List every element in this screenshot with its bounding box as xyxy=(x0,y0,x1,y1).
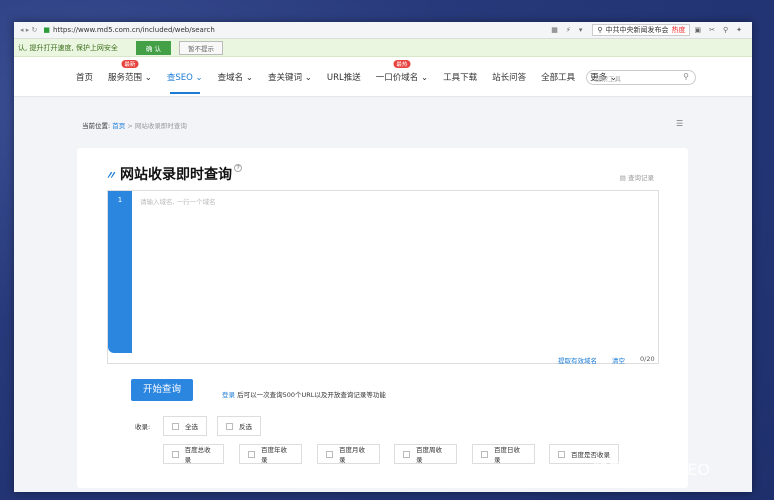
nav-item-home[interactable]: 首页 xyxy=(76,71,93,83)
nav-arrows-icon[interactable]: ◂ ▸ ↻ xyxy=(20,26,37,34)
nav-item-domain[interactable]: 查域名 ⌄ xyxy=(218,71,253,83)
nav-item-all-tools[interactable]: 全部工具 xyxy=(541,71,575,83)
no-hint-button[interactable]: 暂不提示 xyxy=(178,40,223,55)
search-icon: ⚲ xyxy=(597,26,603,34)
browser-window: ◂ ▸ ↻ ■ https://www.md5.com.cn/included/… xyxy=(14,22,752,492)
security-infobar: 认, 提升打开速度, 保护上网安全 确 认 暂不提示 xyxy=(14,39,752,57)
url-text[interactable]: https://www.md5.com.cn/included/web/sear… xyxy=(53,26,547,34)
domain-input-editor[interactable]: 1 请输入域名, 一行一个域名 提取有效域名 清空 0/20 xyxy=(107,190,659,365)
nav-item-url-push[interactable]: URL推送 xyxy=(327,71,361,83)
search-icon[interactable]: ⚲ xyxy=(683,72,689,81)
infobar-message: 认, 提升打开速度, 保护上网安全 xyxy=(18,43,118,52)
nav-item-keyword[interactable]: 查关键词 ⌄ xyxy=(268,71,312,83)
quote-icon: 〃 xyxy=(105,170,116,182)
breadcrumb-home[interactable]: 首页 xyxy=(112,122,125,130)
input-placeholder: 请输入域名, 一行一个域名 xyxy=(140,198,216,206)
chevron-down-icon: ⌄ xyxy=(195,72,203,83)
hot-label: 热度 xyxy=(671,26,686,34)
query-card: 〃网站收录即时查询? ▤ 查询记录 1 请输入域名, 一行一个域名 提取有效域名… xyxy=(77,148,688,488)
page-title: 〃网站收录即时查询? xyxy=(105,164,242,184)
invert-checkbox[interactable]: 反选 xyxy=(217,416,261,436)
extract-domains-link[interactable]: 提取有效域名 xyxy=(558,355,597,365)
chevron-down-icon: ⌄ xyxy=(304,72,312,83)
history-link[interactable]: ▤ 查询记录 xyxy=(620,172,654,182)
help-icon[interactable]: ? xyxy=(234,164,242,172)
menu-icon[interactable]: ☰ xyxy=(676,119,683,128)
nav-item-download[interactable]: 工具下载 xyxy=(443,71,477,83)
login-tip: 登录 后可以一次查询500个URL以及开放查询记录等功能 xyxy=(222,391,386,399)
extension-icon[interactable]: ▣ xyxy=(694,26,701,34)
new-badge: 最新 xyxy=(121,59,139,68)
clear-link[interactable]: 清空 xyxy=(612,355,625,365)
option-baidu-month[interactable]: 百度月收录 xyxy=(317,444,380,464)
nav-item-seo[interactable]: 查SEO ⌄ xyxy=(167,71,203,94)
chevron-down-icon: ⌄ xyxy=(144,72,152,83)
secure-lock-icon: ■ xyxy=(43,26,50,34)
nav-item-fixed-price[interactable]: 最热 一口价域名 ⌄ xyxy=(376,59,429,83)
top-navigation: 首页 最新 服务范围 ⌄ 查SEO ⌄ 查域名 ⌄ 查关键词 ⌄ URL推送 最热… xyxy=(14,57,752,97)
breadcrumb: 当前位置: 首页 > 网站收录即时查询 xyxy=(82,122,187,130)
bolt-icon[interactable]: ⚡ xyxy=(566,26,571,34)
chevron-down-icon: ⌄ xyxy=(245,72,253,83)
inclusion-label: 收录: xyxy=(135,423,151,431)
scissors-icon[interactable]: ✂ xyxy=(709,26,715,34)
breadcrumb-current: 网站收录即时查询 xyxy=(134,122,187,130)
line-count: 0/20 xyxy=(640,355,655,363)
option-baidu-year[interactable]: 百度年收录 xyxy=(239,444,302,464)
select-all-checkbox[interactable]: 全选 xyxy=(163,416,207,436)
confirm-button[interactable]: 确 认 xyxy=(135,40,171,55)
grid-icon[interactable]: ▦ xyxy=(551,26,558,34)
watermark: 知乎 @枫树SEO xyxy=(592,460,710,479)
option-baidu-week[interactable]: 百度周收录 xyxy=(394,444,457,464)
nav-item-service[interactable]: 最新 服务范围 ⌄ xyxy=(108,59,152,83)
chevron-down-icon: ⌄ xyxy=(420,72,429,83)
magnifier-icon[interactable]: ⚲ xyxy=(723,26,728,34)
document-icon: ▤ xyxy=(619,174,626,182)
chevron-down-icon[interactable]: ▾ xyxy=(579,26,583,34)
option-baidu-day[interactable]: 百度日收录 xyxy=(472,444,535,464)
login-link[interactable]: 登录 xyxy=(222,391,235,399)
news-search-box[interactable]: ⚲ 中共中央新闻发布会 热度 xyxy=(592,24,691,36)
tool-search-input[interactable]: 搜索工具 ⚲ xyxy=(586,70,696,85)
address-bar[interactable]: ◂ ▸ ↻ ■ https://www.md5.com.cn/included/… xyxy=(14,22,752,39)
line-number-gutter: 1 xyxy=(108,191,132,353)
nav-item-qa[interactable]: 站长问答 xyxy=(492,71,526,83)
hot-badge: 最热 xyxy=(393,59,411,68)
start-query-button[interactable]: 开始查询 xyxy=(131,379,193,401)
option-baidu-total[interactable]: 百度总收录 xyxy=(163,444,224,464)
news-label: 中共中央新闻发布会 xyxy=(605,26,669,34)
game-icon[interactable]: ✦ xyxy=(736,26,742,34)
